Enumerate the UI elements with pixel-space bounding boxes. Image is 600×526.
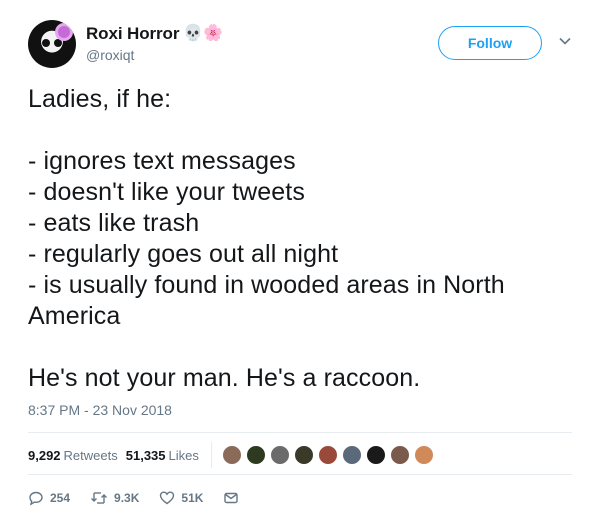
liker-avatar[interactable] [269, 445, 290, 465]
liker-avatar[interactable] [293, 445, 314, 465]
chevron-down-icon[interactable] [558, 34, 572, 48]
user-handle[interactable]: @roxiqt [86, 47, 223, 63]
display-name[interactable]: Roxi Horror [86, 24, 179, 44]
stats-separator [210, 442, 212, 468]
name-emojis: 💀🌸 [183, 25, 224, 42]
retweet-button[interactable]: 9.3K [90, 490, 139, 506]
liker-avatar[interactable] [365, 445, 386, 465]
divider [28, 432, 572, 433]
avatar-eye [54, 39, 62, 47]
tweet-text: Ladies, if he: - ignores text messages -… [28, 85, 505, 392]
like-count: 51K [181, 491, 204, 505]
reply-count: 254 [50, 491, 71, 505]
liker-avatar[interactable] [389, 445, 410, 465]
tweet-actions: 254 9.3K 51K [28, 488, 265, 508]
likes-label: Likes [168, 447, 199, 463]
heart-icon [160, 491, 175, 505]
divider [28, 474, 572, 475]
retweets-count: 9,292 [28, 447, 61, 463]
retweets-stat[interactable]: 9,292 Retweets [28, 448, 118, 463]
avatar-eye [42, 39, 50, 47]
liker-avatar[interactable] [341, 445, 362, 465]
liker-avatar[interactable] [413, 445, 434, 465]
envelope-icon [224, 492, 239, 504]
retweet-count: 9.3K [114, 491, 140, 505]
liker-avatar[interactable] [317, 445, 338, 465]
likes-count: 51,335 [125, 447, 166, 463]
tweet-stats: 9,292 Retweets 51,335 Likes [28, 442, 434, 468]
reply-icon [29, 491, 43, 506]
likes-stat[interactable]: 51,335 Likes [126, 448, 199, 463]
liker-avatars [221, 445, 434, 465]
liker-avatar[interactable] [221, 445, 242, 465]
tweet-timestamp[interactable]: 8:37 PM - 23 Nov 2018 [28, 402, 172, 418]
tweet-header: Roxi Horror 💀🌸 @roxiqt Follow [28, 20, 572, 72]
avatar[interactable] [28, 20, 76, 68]
follow-button[interactable]: Follow [438, 26, 542, 60]
retweet-icon [91, 492, 108, 504]
user-info[interactable]: Roxi Horror 💀🌸 @roxiqt [86, 24, 223, 63]
retweets-label: Retweets [63, 447, 118, 463]
like-button[interactable]: 51K [159, 490, 203, 506]
reply-button[interactable]: 254 [28, 490, 70, 506]
direct-message-button[interactable] [223, 490, 245, 506]
avatar-flower [58, 26, 70, 38]
liker-avatar[interactable] [245, 445, 266, 465]
